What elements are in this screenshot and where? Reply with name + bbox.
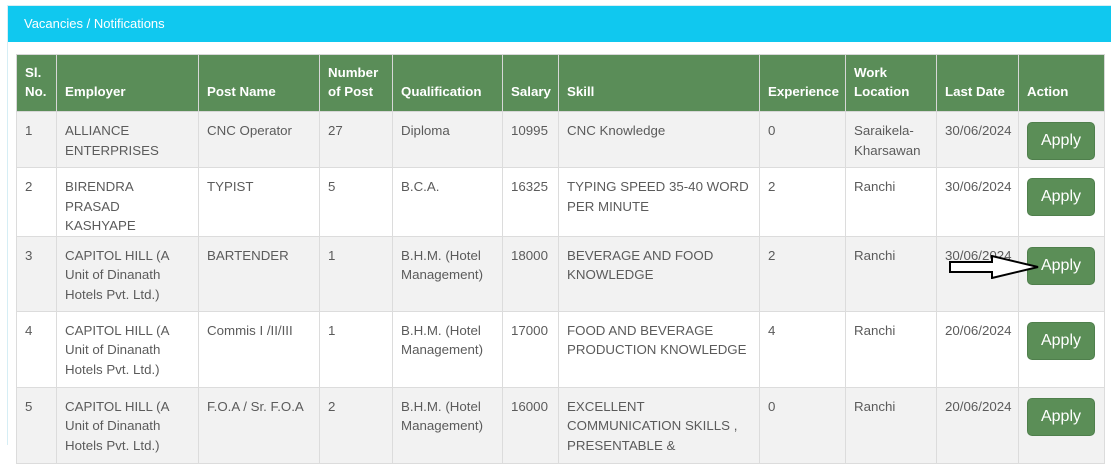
cell-salary: 18000 (502, 235, 559, 312)
cell-qualification: B.H.M. (Hotel Management) (392, 310, 503, 388)
column-header-salary: Salary (502, 54, 559, 112)
cell-sl: 5 (16, 386, 57, 464)
cell-sl: 2 (16, 167, 57, 237)
apply-button[interactable]: Apply (1027, 178, 1095, 216)
column-header-action: Action (1018, 54, 1105, 112)
cell-sl: 4 (16, 310, 57, 388)
cell-experience: 2 (759, 235, 846, 312)
column-header-number-of-post: Number of Post (319, 54, 393, 112)
cell-employer: BIRENDRA PRASAD KASHYAPE (56, 167, 199, 237)
cell-post-name: TYPIST (198, 167, 320, 237)
cell-skill: TYPING SPEED 35-40 WORD PER MINUTE (558, 167, 760, 237)
apply-button[interactable]: Apply (1027, 122, 1095, 160)
cell-qualification: B.H.M. (Hotel Management) (392, 235, 503, 312)
cell-qualification: B.C.A. (392, 167, 503, 237)
table-row: 5 CAPITOL HILL (A Unit of Dinanath Hotel… (16, 386, 1105, 464)
cell-sl: 1 (16, 111, 57, 168)
table-row: 1 ALLIANCE ENTERPRISES CNC Operator 27 D… (16, 111, 1105, 168)
panel-title: Vacancies / Notifications (8, 6, 1111, 42)
cell-action: Apply (1018, 167, 1105, 237)
cell-experience: 0 (759, 386, 846, 464)
cell-skill: EXCELLENT COMMUNICATION SKILLS , PRESENT… (558, 386, 760, 464)
cell-employer: ALLIANCE ENTERPRISES (56, 111, 199, 168)
cell-salary: 16000 (502, 386, 559, 464)
cell-experience: 0 (759, 111, 846, 168)
table-row: 2 BIRENDRA PRASAD KASHYAPE TYPIST 5 B.C.… (16, 167, 1105, 237)
cell-employer: CAPITOL HILL (A Unit of Dinanath Hotels … (56, 310, 199, 388)
column-header-experience: Experience (759, 54, 846, 112)
cell-action: Apply (1018, 310, 1105, 388)
cell-number-of-post: 27 (319, 111, 393, 168)
cell-post-name: Commis I /II/III (198, 310, 320, 388)
cell-work-location: Ranchi (845, 310, 937, 388)
cell-action: Apply (1018, 386, 1105, 464)
cell-skill: BEVERAGE AND FOOD KNOWLEDGE (558, 235, 760, 312)
cell-action: Apply (1018, 111, 1105, 168)
cell-salary: 10995 (502, 111, 559, 168)
cell-last-date: 30/06/2024 (936, 111, 1019, 168)
cell-employer: CAPITOL HILL (A Unit of Dinanath Hotels … (56, 386, 199, 464)
table-row: 4 CAPITOL HILL (A Unit of Dinanath Hotel… (16, 310, 1105, 388)
column-header-qualification: Qualification (392, 54, 503, 112)
arrow-right-icon (949, 255, 1039, 279)
column-header-last-date: Last Date (936, 54, 1019, 112)
cell-work-location: Ranchi (845, 386, 937, 464)
cell-salary: 17000 (502, 310, 559, 388)
column-header-employer: Employer (56, 54, 199, 112)
cell-salary: 16325 (502, 167, 559, 237)
cell-post-name: BARTENDER (198, 235, 320, 312)
column-header-post-name: Post Name (198, 54, 320, 112)
apply-button[interactable]: Apply (1027, 321, 1095, 360)
cell-number-of-post: 1 (319, 310, 393, 388)
cell-number-of-post: 2 (319, 386, 393, 464)
cell-post-name: CNC Operator (198, 111, 320, 168)
cell-work-location: Ranchi (845, 167, 937, 237)
cell-qualification: Diploma (392, 111, 503, 168)
cell-experience: 4 (759, 310, 846, 388)
cell-last-date: 20/06/2024 (936, 386, 1019, 464)
apply-button[interactable]: Apply (1027, 397, 1095, 436)
cell-work-location: Ranchi (845, 235, 937, 312)
table-row: 3 CAPITOL HILL (A Unit of Dinanath Hotel… (16, 235, 1105, 312)
column-header-skill: Skill (558, 54, 760, 112)
cell-number-of-post: 5 (319, 167, 393, 237)
cell-experience: 2 (759, 167, 846, 237)
cell-employer: CAPITOL HILL (A Unit of Dinanath Hotels … (56, 235, 199, 312)
column-header-work-location: Work Location (845, 54, 937, 112)
cell-sl: 3 (16, 235, 57, 312)
cell-qualification: B.H.M. (Hotel Management) (392, 386, 503, 464)
cell-number-of-post: 1 (319, 235, 393, 312)
cell-post-name: F.O.A / Sr. F.O.A (198, 386, 320, 464)
cell-skill: FOOD AND BEVERAGE PRODUCTION KNOWLEDGE (558, 310, 760, 388)
cell-skill: CNC Knowledge (558, 111, 760, 168)
vacancies-table: Sl. No. Employer Post Name Number of Pos… (16, 54, 1105, 464)
table-header-row: Sl. No. Employer Post Name Number of Pos… (16, 54, 1105, 112)
cell-work-location: Saraikela-Kharsawan (845, 111, 937, 168)
cell-last-date: 20/06/2024 (936, 310, 1019, 388)
cell-last-date: 30/06/2024 (936, 167, 1019, 237)
column-header-sl: Sl. No. (16, 54, 57, 112)
